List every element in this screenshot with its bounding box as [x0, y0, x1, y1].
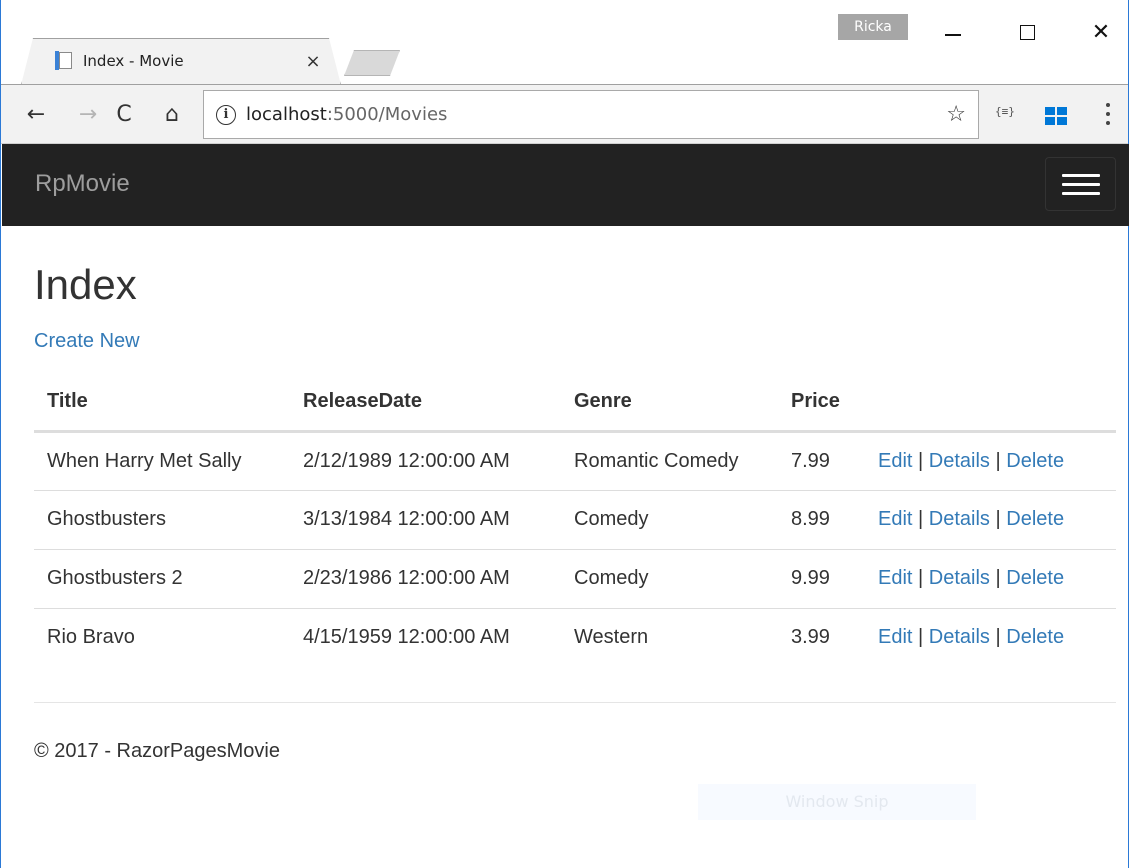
site-navbar: RpMovie — [2, 144, 1129, 226]
header-title: Title — [34, 373, 290, 433]
tab-title: Index - Movie — [83, 52, 184, 70]
cell-title: Ghostbusters 2 — [34, 548, 290, 608]
cell-genre: Comedy — [561, 548, 778, 608]
cell-release-date: 2/12/1989 12:00:00 AM — [303, 449, 510, 472]
new-tab-button[interactable] — [344, 50, 400, 76]
page-title: Index — [34, 261, 137, 308]
hamburger-icon-bar — [1061, 173, 1100, 177]
cell-title: Ghostbusters — [34, 489, 290, 549]
back-arrow-icon[interactable]: ← — [21, 99, 51, 129]
reload-icon[interactable]: C — [109, 99, 139, 129]
minimize-icon — [945, 34, 961, 36]
maximize-button[interactable] — [1005, 14, 1049, 50]
cell-actions: Edit | Details | Delete — [865, 607, 1116, 667]
hamburger-icon-bar — [1061, 191, 1100, 195]
tab-close-icon[interactable]: × — [301, 51, 325, 72]
address-bar[interactable]: i localhost:5000/Movies ☆ — [203, 90, 979, 139]
cell-genre: Comedy — [561, 489, 778, 549]
cell-actions: Edit | Details | Delete — [865, 548, 1116, 608]
home-icon[interactable]: ⌂ — [157, 99, 187, 129]
edit-link[interactable]: Edit — [878, 626, 912, 648]
cell-genre: Romantic Comedy — [574, 449, 739, 472]
windows-extension-icon[interactable] — [1045, 107, 1067, 125]
table-header-row: Title ReleaseDate Genre Price — [34, 373, 1116, 433]
cell-release-date: 4/15/1959 12:00:00 AM — [290, 607, 561, 667]
footer-divider — [34, 702, 1116, 703]
minimize-button[interactable] — [931, 14, 975, 50]
browser-toolbar: ← → C ⌂ i localhost:5000/Movies ☆ {≡} — [1, 84, 1128, 144]
action-separator: | — [995, 567, 1001, 589]
action-separator: | — [918, 449, 924, 472]
table-row: Rio Bravo 4/15/1959 12:00:00 AM Western … — [34, 607, 1116, 667]
window-snip-overlay: Window Snip — [698, 784, 976, 820]
details-link[interactable]: Details — [929, 450, 990, 472]
edit-link[interactable]: Edit — [878, 508, 912, 530]
forward-arrow-icon[interactable]: → — [73, 99, 103, 129]
delete-link[interactable]: Delete — [1006, 508, 1064, 530]
table-row: Ghostbusters 3/13/1984 12:00:00 AM Comed… — [34, 489, 1116, 549]
cell-release-date: 2/23/1986 12:00:00 AM — [290, 548, 561, 608]
hamburger-icon-bar — [1061, 182, 1100, 186]
details-link[interactable]: Details — [929, 567, 990, 589]
cell-actions: Edit | Details | Delete — [865, 489, 1116, 549]
bookmark-star-icon[interactable]: ☆ — [946, 102, 966, 127]
cell-price: 7.99 — [791, 449, 830, 472]
details-link[interactable]: Details — [929, 508, 990, 530]
delete-link[interactable]: Delete — [1006, 450, 1064, 472]
action-separator: | — [918, 567, 924, 589]
header-price: Price — [778, 373, 865, 433]
table-row: Ghostbusters 2 2/23/1986 12:00:00 AM Com… — [34, 548, 1116, 608]
create-new-link[interactable]: Create New — [34, 330, 140, 353]
cell-actions: Edit | Details | Delete — [865, 431, 1116, 490]
page-favicon-icon — [55, 51, 73, 71]
details-link[interactable]: Details — [929, 626, 990, 648]
close-window-button[interactable]: ✕ — [1079, 14, 1123, 50]
header-actions — [865, 373, 1116, 433]
cell-release-date: 3/13/1984 12:00:00 AM — [290, 489, 561, 549]
header-genre: Genre — [561, 373, 778, 433]
json-extension-icon[interactable]: {≡} — [995, 105, 1015, 118]
site-info-icon[interactable]: i — [216, 104, 236, 125]
delete-link[interactable]: Delete — [1006, 567, 1064, 589]
cell-title: Rio Bravo — [34, 607, 290, 667]
edit-link[interactable]: Edit — [878, 450, 912, 472]
action-separator: | — [918, 626, 924, 649]
action-separator: | — [918, 508, 924, 530]
cell-title: When Harry Met Sally — [47, 449, 242, 472]
browser-menu-icon[interactable] — [1103, 101, 1113, 127]
cell-genre: Western — [561, 607, 778, 667]
cell-price: 8.99 — [778, 489, 865, 549]
url-host: localhost — [246, 104, 327, 125]
title-bar: Index - Movie × Ricka ✕ — [1, 0, 1128, 84]
main-content: Index Create New Title ReleaseDate Genre… — [34, 226, 1116, 667]
movies-table: Title ReleaseDate Genre Price When Harry… — [34, 373, 1116, 667]
footer-copyright: © 2017 - RazorPagesMovie — [34, 740, 280, 762]
edit-link[interactable]: Edit — [878, 567, 912, 589]
maximize-icon — [1019, 24, 1035, 40]
profile-badge[interactable]: Ricka — [838, 14, 908, 40]
cell-price: 3.99 — [778, 607, 865, 667]
url-text[interactable]: localhost:5000/Movies — [246, 104, 946, 125]
cell-price: 9.99 — [778, 548, 865, 608]
hamburger-menu-button[interactable] — [1045, 157, 1116, 211]
header-release-date: ReleaseDate — [290, 373, 561, 433]
url-path: :5000/Movies — [326, 104, 448, 125]
browser-tab[interactable]: Index - Movie × — [41, 38, 331, 84]
action-separator: | — [995, 449, 1001, 472]
delete-link[interactable]: Delete — [1006, 626, 1064, 648]
table-row: When Harry Met Sally 2/12/1989 12:00:00 … — [34, 431, 1116, 490]
action-separator: | — [995, 508, 1001, 530]
browser-window: Index - Movie × Ricka ✕ ← → C ⌂ i localh… — [0, 0, 1129, 868]
brand-link[interactable]: RpMovie — [35, 170, 130, 198]
action-separator: | — [995, 626, 1001, 649]
